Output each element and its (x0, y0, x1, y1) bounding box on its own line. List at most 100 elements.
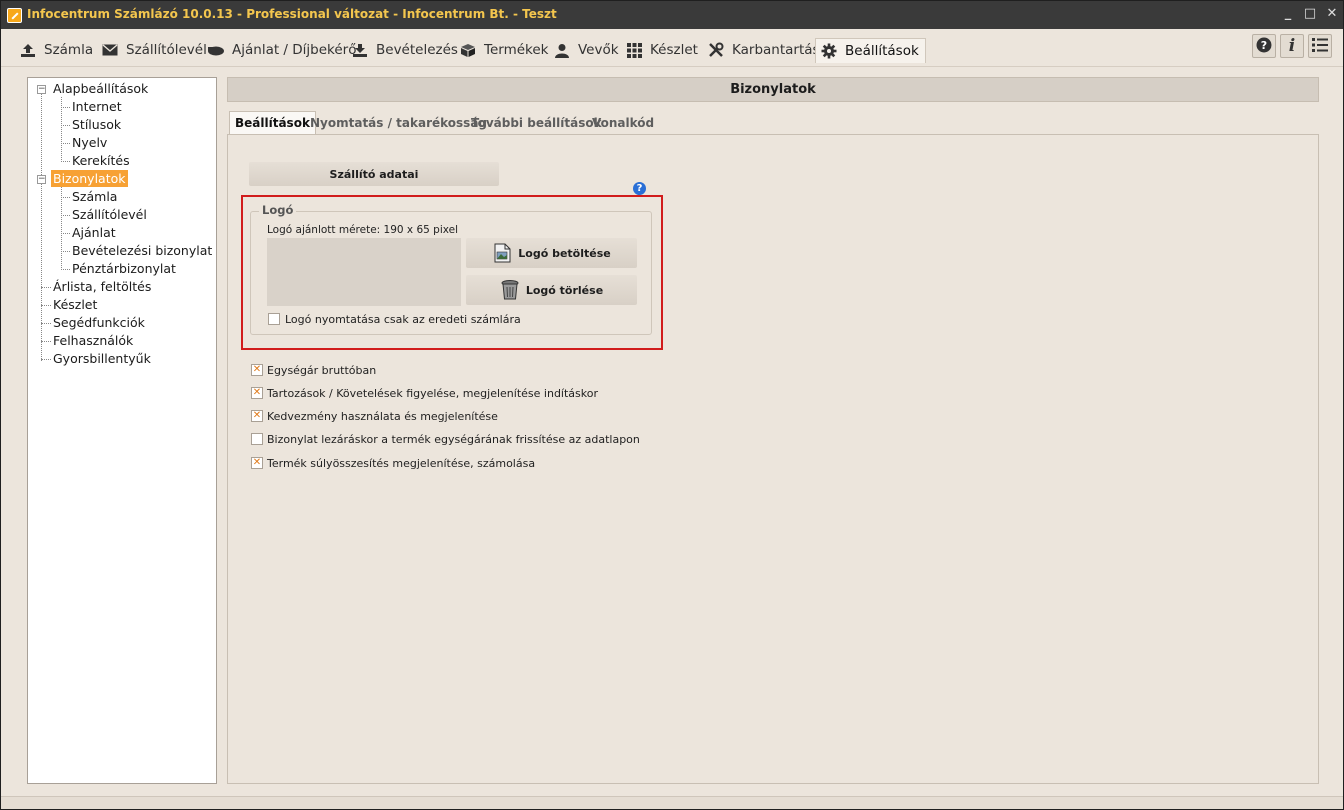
option-label: Egységár bruttóban (267, 364, 377, 377)
option-checkbox-egysegar[interactable]: ✕ (251, 364, 263, 376)
tree-item-kerekites[interactable]: Kerekítés (72, 152, 130, 169)
gear-icon (820, 43, 838, 59)
tree-line (61, 161, 70, 162)
tree-line (61, 197, 70, 198)
logo-print-label: Logó nyomtatása csak az eredeti számlára (285, 313, 521, 326)
tree-line (61, 107, 70, 108)
logo-preview (267, 238, 461, 306)
tree-item-ajanlat[interactable]: Ajánlat (72, 224, 116, 241)
info-button[interactable]: i (1280, 34, 1304, 58)
download-icon (351, 42, 369, 58)
option-checkbox-sulyosszesites[interactable]: ✕ (251, 457, 263, 469)
tree-item-bevetelezesi-bizonylat[interactable]: Bevételezési bizonylat (72, 242, 212, 259)
collapse-icon[interactable]: − (37, 175, 46, 184)
envelope-icon (101, 42, 119, 58)
settings-tree: − − Alapbeállítások Internet Stílusok Ny… (27, 77, 217, 784)
maximize-button[interactable]: □ (1299, 5, 1321, 23)
tab-tovabbi-beallitasok[interactable]: További beállítások (471, 112, 602, 134)
option-checkbox-egysegar-frissites[interactable] (251, 433, 263, 445)
menu-szamla[interactable]: Számla (19, 38, 93, 62)
tree-line (61, 187, 62, 270)
menu-label: Bevételezés (376, 42, 458, 58)
tree-line (61, 125, 70, 126)
menu-label: Ajánlat / Díjbekérő (232, 42, 357, 58)
tree-item-gyorsbillentyuk[interactable]: Gyorsbillentyűk (53, 350, 151, 367)
hand-icon (207, 42, 225, 58)
list-button[interactable] (1308, 34, 1332, 58)
tab-panel: Szállító adatai ? Logó Logó ajánlott mér… (227, 134, 1319, 784)
main-menu: Számla Szállítólevél Ajánlat / Díjbekérő… (1, 29, 1343, 67)
tree-line (41, 323, 51, 324)
menu-szallitolevel[interactable]: Szállítólevél (101, 38, 207, 62)
tree-item-szamla[interactable]: Számla (72, 188, 117, 205)
load-logo-label: Logó betöltése (518, 246, 611, 260)
info-icon: i (1288, 36, 1296, 56)
menu-bevetelezes[interactable]: Bevételezés (351, 38, 458, 62)
tree-item-penztarbizonylat[interactable]: Pénztárbizonylat (72, 260, 176, 277)
load-logo-button[interactable]: Logó betöltése (466, 238, 637, 268)
menu-label: Karbantartás (732, 42, 820, 58)
tools-icon (707, 42, 725, 58)
menu-karbantartas[interactable]: Karbantartás (707, 38, 820, 62)
tree-line (61, 233, 70, 234)
menu-beallitasok[interactable]: Beállítások (815, 38, 926, 63)
grid-icon (625, 42, 643, 58)
tree-line (41, 93, 42, 361)
menu-termekek[interactable]: Termékek (459, 38, 549, 62)
person-icon (553, 42, 571, 58)
menu-label: Termékek (484, 42, 549, 58)
menu-ajanlat[interactable]: Ajánlat / Díjbekérő (207, 38, 357, 62)
menu-label: Szállítólevél (126, 42, 207, 58)
main-panel: Bizonylatok Beállítások Nyomtatás / taka… (227, 77, 1319, 784)
tree-item-nyelv[interactable]: Nyelv (72, 134, 107, 151)
tree-line (61, 215, 70, 216)
help-button[interactable]: ? (1252, 34, 1276, 58)
list-icon (1312, 37, 1328, 55)
svg-text:?: ? (1261, 39, 1267, 52)
tree-item-bizonylatok[interactable]: Bizonylatok (51, 170, 128, 187)
image-icon (492, 243, 512, 263)
logo-group-title: Logó (259, 203, 297, 217)
menu-keszlet[interactable]: Készlet (625, 38, 698, 62)
help-icon[interactable]: ? (633, 182, 646, 195)
tree-item-szallitolevel[interactable]: Szállítólevél (72, 206, 147, 223)
supplier-data-button[interactable]: Szállító adatai (249, 162, 499, 186)
box-icon (459, 42, 477, 58)
option-label: Kedvezmény használata és megjelenítése (267, 410, 498, 423)
delete-logo-button[interactable]: Logó törlése (466, 275, 637, 305)
tab-vonalkod[interactable]: Vonalkód (592, 112, 654, 134)
status-bar (1, 796, 1343, 809)
logo-group: Logó Logó ajánlott mérete: 190 x 65 pixe… (250, 203, 652, 335)
tree-line (61, 269, 70, 270)
app-window: Infocentrum Számlázó 10.0.13 - Professio… (0, 0, 1344, 810)
tree-item-alapbeallitasok[interactable]: Alapbeállítások (53, 80, 148, 97)
tree-line (41, 359, 51, 360)
menu-label: Vevők (578, 42, 619, 58)
window-title: Infocentrum Számlázó 10.0.13 - Professio… (27, 7, 557, 21)
tree-line (61, 251, 70, 252)
tree-line (41, 341, 51, 342)
tab-nyomtatas[interactable]: Nyomtatás / takarékosság (310, 112, 487, 134)
close-button[interactable]: ✕ (1321, 5, 1343, 23)
menu-label: Számla (44, 42, 94, 58)
upload-icon (19, 42, 37, 58)
option-checkbox-kedvezmeny[interactable]: ✕ (251, 410, 263, 422)
tree-item-keszlet[interactable]: Készlet (53, 296, 97, 313)
tree-line (61, 143, 70, 144)
logo-print-checkbox[interactable] (268, 313, 280, 325)
trash-icon (500, 279, 520, 301)
menu-vevok[interactable]: Vevők (553, 38, 619, 62)
tree-line (41, 305, 51, 306)
collapse-icon[interactable]: − (37, 85, 46, 94)
option-checkbox-tartozasok[interactable]: ✕ (251, 387, 263, 399)
delete-logo-label: Logó törlése (525, 283, 604, 297)
minimize-button[interactable]: _ (1277, 5, 1299, 23)
tree-line (41, 287, 51, 288)
tree-item-stilusok[interactable]: Stílusok (72, 116, 121, 133)
tree-item-arlista[interactable]: Árlista, feltöltés (53, 278, 151, 295)
tree-item-segedfunkciok[interactable]: Segédfunkciók (53, 314, 145, 331)
logo-size-hint: Logó ajánlott mérete: 190 x 65 pixel (267, 224, 459, 236)
tab-beallitasok[interactable]: Beállítások (229, 111, 316, 135)
tree-item-felhasznalok[interactable]: Felhasználók (53, 332, 133, 349)
tree-item-internet[interactable]: Internet (72, 98, 122, 115)
